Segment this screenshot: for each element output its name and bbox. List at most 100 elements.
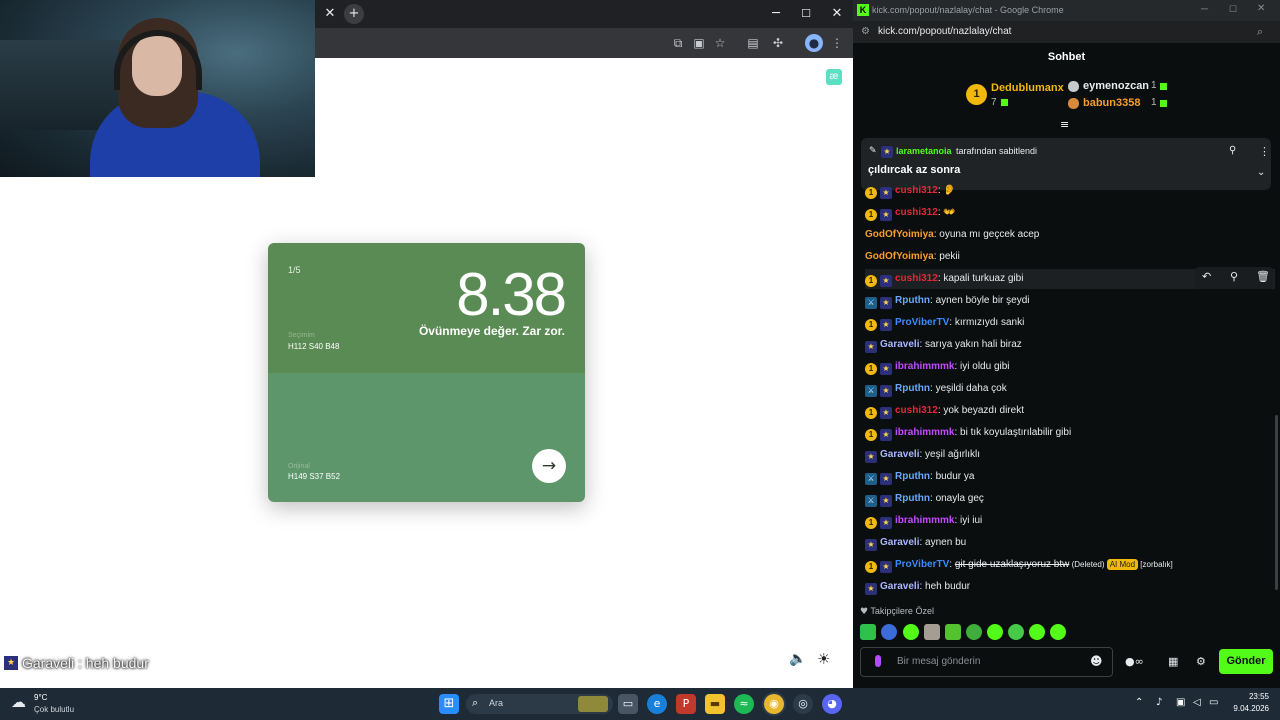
sound-icon[interactable]: 🔈 bbox=[789, 651, 806, 667]
tray-chevron-icon[interactable]: ⌃ bbox=[1135, 697, 1143, 708]
chat-username[interactable]: cushi312 bbox=[895, 207, 938, 218]
chat-username[interactable]: GodOfYoimiya bbox=[865, 251, 934, 262]
emote-icon[interactable] bbox=[881, 624, 897, 640]
taskbar-search[interactable]: ⌕ Ara bbox=[466, 694, 613, 714]
send-button[interactable]: Gönder bbox=[1219, 649, 1273, 674]
chat-message[interactable]: 1 ★ cushi312: 👂 bbox=[865, 183, 1275, 201]
emoji-icon[interactable]: ☻ bbox=[1090, 654, 1103, 668]
chat-username[interactable]: ProViberTV bbox=[895, 559, 949, 570]
emote-icon[interactable] bbox=[903, 624, 919, 640]
extension-badge-icon[interactable]: æ bbox=[826, 69, 842, 85]
screenshot-icon[interactable]: ▣ bbox=[690, 34, 708, 52]
spotify-icon[interactable]: ≈ bbox=[734, 694, 754, 714]
chat-message[interactable]: 1 ★ ibrahimmmk: iyi oldu gibi bbox=[865, 357, 1275, 377]
chat-minimize-button[interactable]: ─ bbox=[1201, 4, 1208, 15]
microphone-icon[interactable] bbox=[875, 655, 881, 667]
chat-url[interactable]: kick.com/popout/nazlalay/chat bbox=[878, 26, 1011, 37]
chat-address-bar[interactable]: ⚙ kick.com/popout/nazlalay/chat ⌕ bbox=[853, 21, 1280, 43]
chat-message[interactable]: ★ Garaveli: sarıya yakın hali biraz bbox=[865, 335, 1275, 355]
extensions-icon[interactable]: ✣ bbox=[769, 34, 787, 52]
chat-message[interactable]: ⚔ ★ Rputhn: aynen böyle bir şeydi bbox=[865, 291, 1275, 311]
emote-icon[interactable] bbox=[945, 624, 961, 640]
chat-username[interactable]: Garaveli bbox=[880, 581, 919, 592]
chat-maximize-button[interactable]: ☐ bbox=[1229, 4, 1237, 15]
pinned-by-user[interactable]: larametanoia bbox=[896, 146, 952, 156]
chat-username[interactable]: ProViberTV bbox=[895, 317, 949, 328]
network-icon[interactable]: ▣ bbox=[1176, 697, 1185, 708]
emote-icon[interactable] bbox=[1029, 624, 1045, 640]
menu-icon[interactable]: ⋮ bbox=[828, 34, 846, 52]
chat-message[interactable]: 1 ★ ibrahimmmk: bi tık koyulaştırılabilir … bbox=[865, 423, 1275, 443]
close-button[interactable]: ✕ bbox=[827, 4, 847, 24]
chat-message[interactable]: ★ Garaveli: heh budur bbox=[865, 577, 1275, 597]
mic-tray-icon[interactable]: ♪ bbox=[1156, 697, 1162, 708]
collapse-leaderboard-icon[interactable]: ≡ bbox=[1060, 118, 1069, 131]
chat-message[interactable]: ★ Garaveli: aynen bu bbox=[865, 533, 1275, 553]
chat-message[interactable]: ⚔ ★ Rputhn: onayla geç bbox=[865, 489, 1275, 509]
emote-icon[interactable] bbox=[924, 624, 940, 640]
chat-message[interactable]: 1 ★ cushi312: 👐 bbox=[865, 203, 1275, 223]
emote-icon[interactable] bbox=[987, 624, 1003, 640]
minimize-button[interactable]: ─ bbox=[766, 4, 786, 24]
chat-settings-icon[interactable]: ⚙ bbox=[1196, 655, 1206, 668]
emote-icon[interactable] bbox=[1050, 624, 1066, 640]
chat-username[interactable]: Garaveli bbox=[880, 339, 919, 350]
expand-chevron-icon[interactable]: ⌄ bbox=[1257, 167, 1265, 178]
bookmark-star-icon[interactable]: ☆ bbox=[711, 34, 729, 52]
unpin-icon[interactable]: ⚲ bbox=[1229, 145, 1236, 156]
chat-username[interactable]: Rputhn bbox=[895, 493, 930, 504]
zoom-icon[interactable]: ⌕ bbox=[1257, 25, 1263, 39]
chat-close-button[interactable]: ✕ bbox=[1257, 3, 1265, 14]
maximize-button[interactable]: ☐ bbox=[796, 4, 816, 24]
chat-message[interactable]: ★ Garaveli: yeşil ağırlıklı bbox=[865, 445, 1275, 465]
file-explorer-icon[interactable]: ▬ bbox=[705, 694, 725, 714]
chat-username[interactable]: ibrahimmmk bbox=[895, 515, 954, 526]
weather-temp[interactable]: 9°C bbox=[34, 693, 47, 702]
chat-input[interactable]: Bir mesaj gönderin ☻ bbox=[860, 647, 1113, 677]
leader-third-name[interactable]: babun3358 bbox=[1083, 97, 1140, 109]
leader-second-name[interactable]: eymenozcan bbox=[1083, 80, 1149, 92]
app-p-icon[interactable]: P bbox=[676, 694, 696, 714]
reader-icon[interactable]: ▤ bbox=[744, 34, 762, 52]
chat-username[interactable]: cushi312 bbox=[895, 185, 938, 196]
chat-scrollbar[interactable] bbox=[1275, 415, 1278, 590]
emote-icon[interactable] bbox=[1008, 624, 1024, 640]
emote-icon[interactable] bbox=[966, 624, 982, 640]
new-tab-button[interactable]: + bbox=[344, 4, 364, 24]
profile-icon[interactable]: ● bbox=[805, 34, 823, 52]
chat-username[interactable]: GodOfYoimiya bbox=[865, 229, 934, 240]
gift-box-icon[interactable]: ▦ bbox=[1168, 655, 1178, 668]
tab-close-icon[interactable]: ✕ bbox=[320, 4, 340, 24]
discord-icon[interactable]: ◕ bbox=[822, 694, 842, 714]
chat-username[interactable]: ibrahimmmk bbox=[895, 361, 954, 372]
chat-message[interactable]: ⚔ ★ Rputhn: yeşildi daha çok bbox=[865, 379, 1275, 399]
infinity-icon[interactable]: ●∞ bbox=[1125, 655, 1144, 668]
weather-desc[interactable]: Çok bulutlu bbox=[34, 705, 74, 714]
theme-toggle-icon[interactable]: ☀ bbox=[817, 650, 830, 668]
chat-message[interactable]: ⚔ ★ Rputhn: budur ya bbox=[865, 467, 1275, 487]
chrome-icon[interactable]: ◉ bbox=[764, 694, 784, 714]
weather-icon[interactable]: ☁ bbox=[11, 693, 26, 711]
edge-icon[interactable]: e bbox=[647, 694, 667, 714]
volume-icon[interactable]: ◁ bbox=[1193, 697, 1201, 708]
reply-icon[interactable]: ↶ bbox=[1202, 270, 1211, 283]
pin-message-icon[interactable]: ⚲ bbox=[1230, 270, 1238, 283]
chat-username[interactable]: Garaveli bbox=[880, 537, 919, 548]
task-view-icon[interactable]: ▭ bbox=[618, 694, 638, 714]
clock-date[interactable]: 9.04.2026 bbox=[1226, 704, 1269, 713]
translate-icon[interactable]: ⧉ bbox=[669, 34, 687, 52]
more-options-icon[interactable]: ⋮ bbox=[1259, 145, 1270, 158]
delete-icon[interactable]: 🗑 bbox=[1256, 270, 1270, 283]
chat-message[interactable]: GodOfYoimiya: oyuna mı geçcek acep bbox=[865, 225, 1275, 245]
obs-icon[interactable]: ◎ bbox=[793, 694, 813, 714]
next-arrow-button[interactable]: → bbox=[532, 449, 566, 483]
chat-username[interactable]: cushi312 bbox=[895, 405, 938, 416]
chat-username[interactable]: ibrahimmmk bbox=[895, 427, 954, 438]
chat-message[interactable]: 1 ★ ProViberTV: kırmızıydı sanki bbox=[865, 313, 1275, 333]
chat-message[interactable]: 1 ★ ProViberTV: git gide uzaklaşıyoruz btw… bbox=[865, 555, 1275, 575]
chat-message[interactable]: GodOfYoimiya: pekii bbox=[865, 247, 1275, 267]
chat-username[interactable]: Rputhn bbox=[895, 383, 930, 394]
chat-username[interactable]: Rputhn bbox=[895, 295, 930, 306]
battery-icon[interactable]: ▭ bbox=[1209, 697, 1218, 708]
chat-message[interactable]: 1 ★ cushi312: yok beyazdı direkt bbox=[865, 401, 1275, 421]
